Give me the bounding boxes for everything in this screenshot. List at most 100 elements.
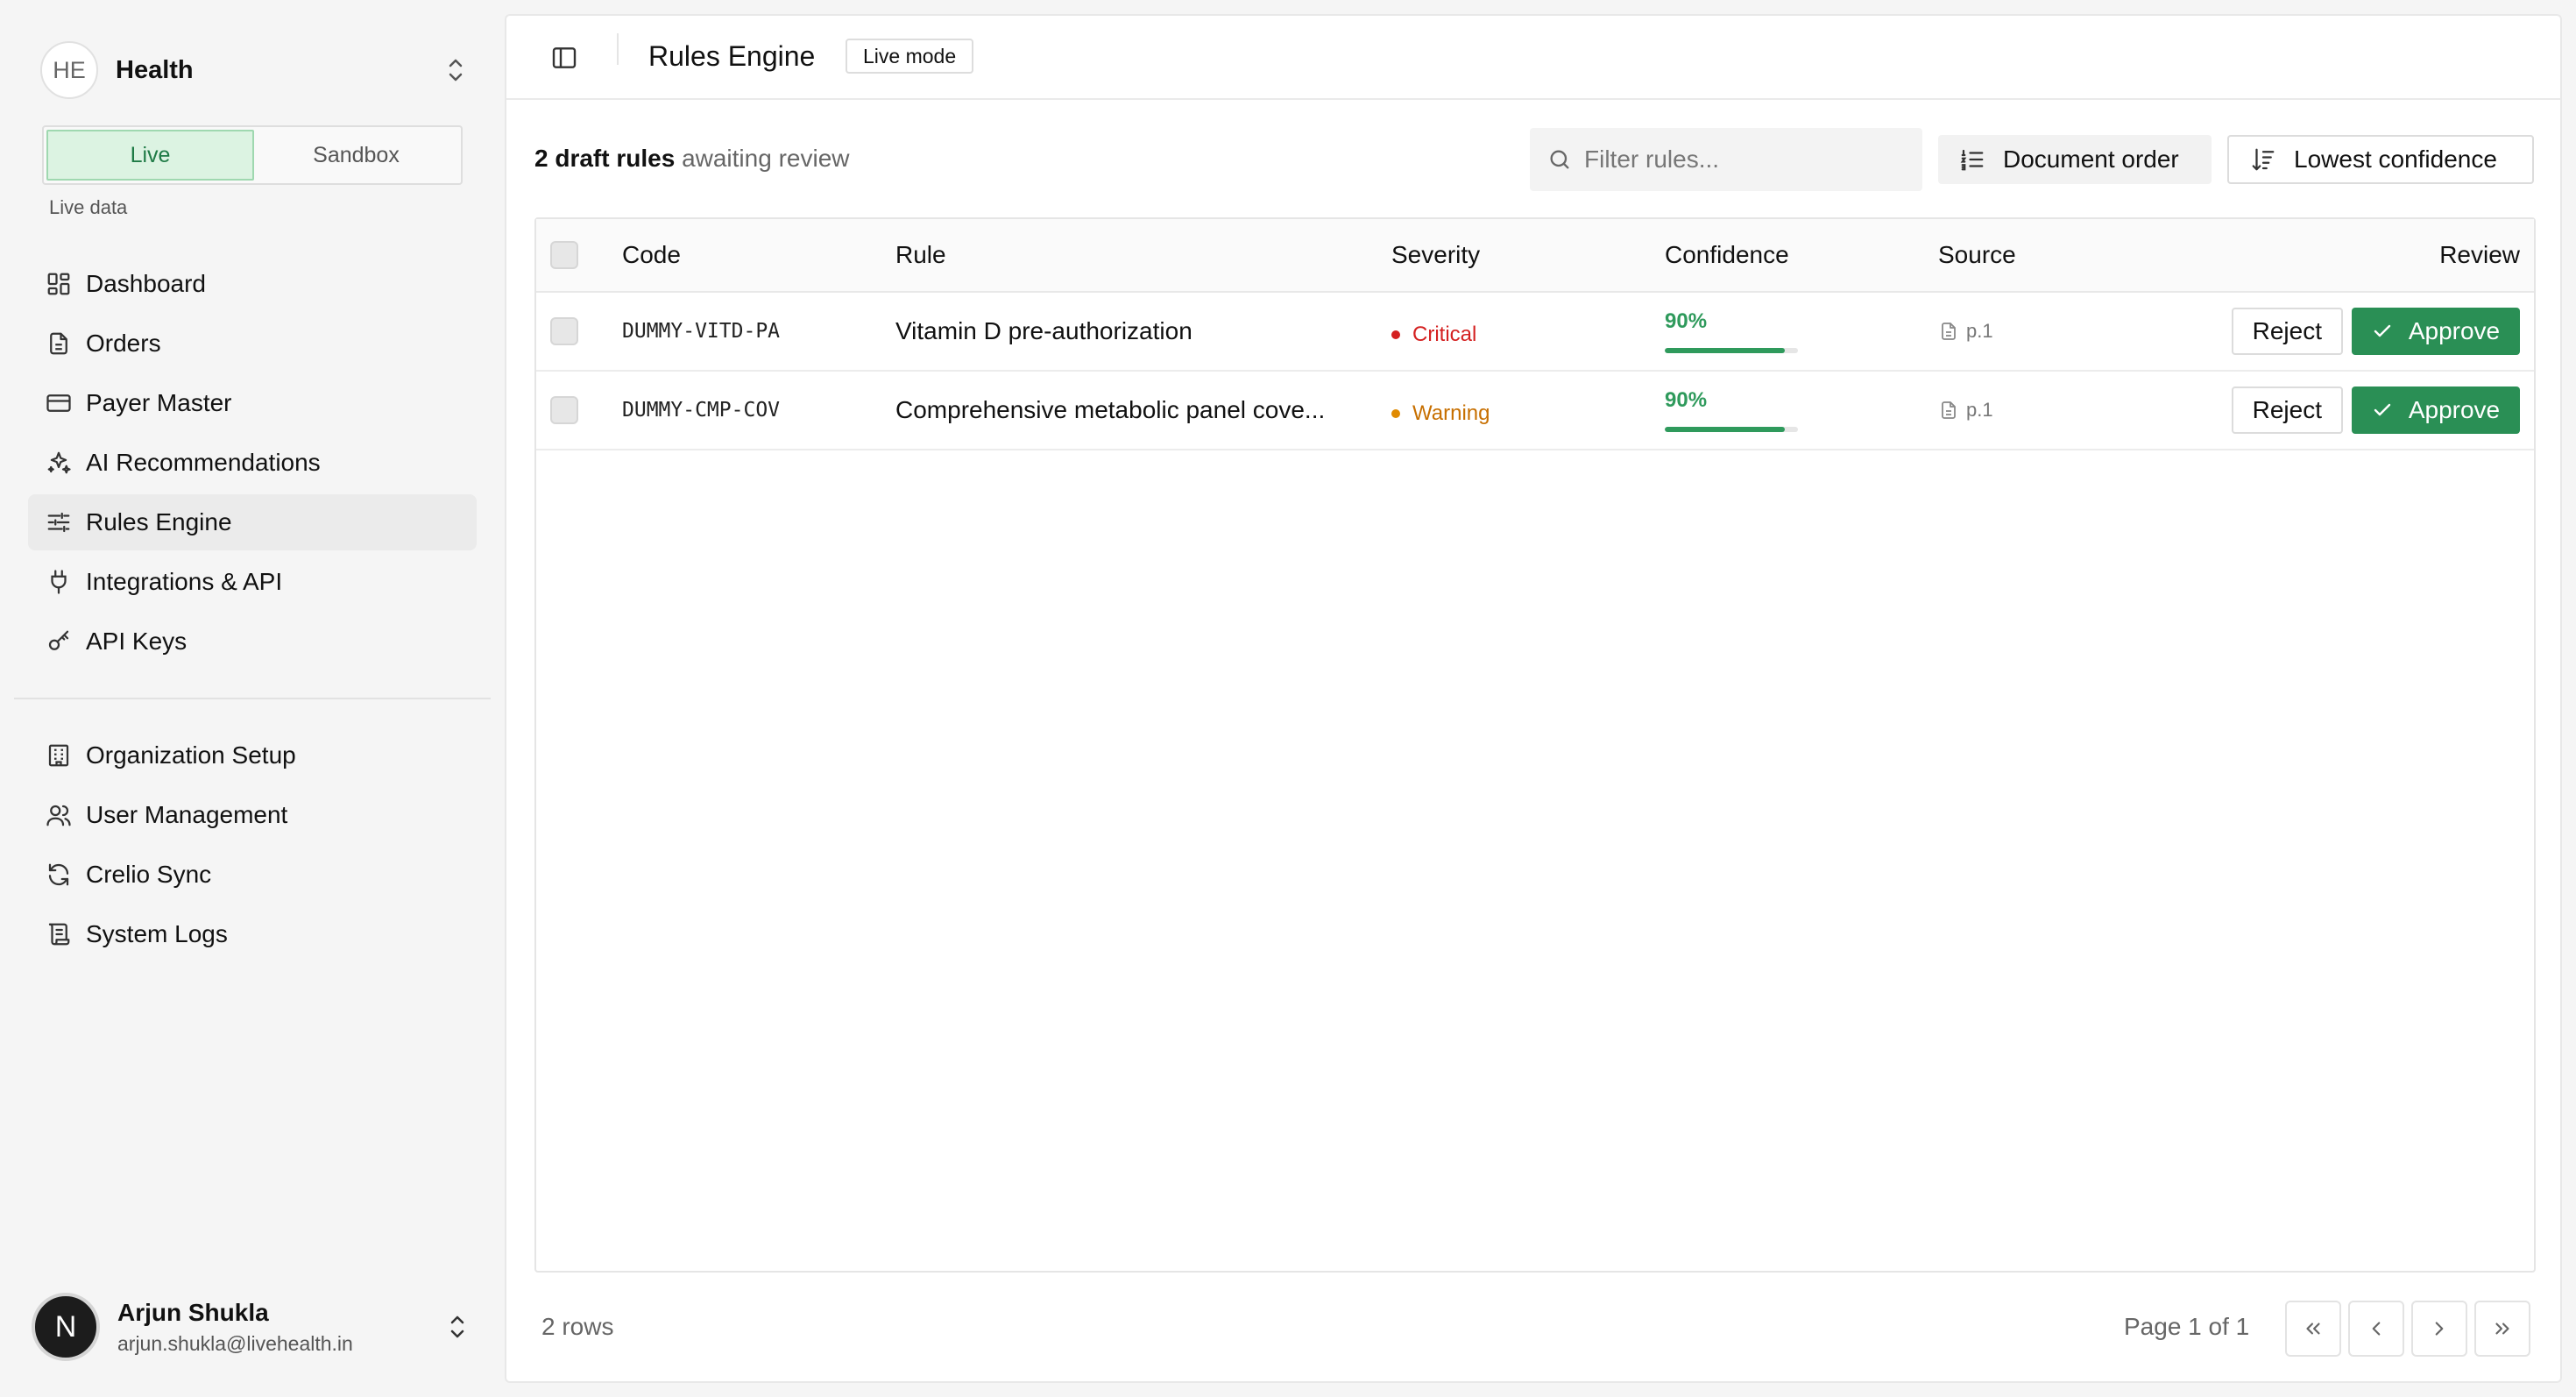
column-header-review: Review xyxy=(2439,241,2520,268)
org-switcher[interactable]: HE Health xyxy=(40,40,468,100)
mode-toggle: Live Sandbox xyxy=(42,125,463,185)
sidebar-item-organization-setup[interactable]: Organization Setup xyxy=(28,727,477,784)
card-icon xyxy=(44,388,74,418)
secondary-nav: Organization Setup User Management Creli… xyxy=(28,727,477,966)
severity-label: Critical xyxy=(1412,323,1477,346)
confidence-value: 90% xyxy=(1665,388,1708,412)
mode-caption: Live data xyxy=(49,196,128,218)
summary-text: 2 draft rules awaiting review xyxy=(534,145,849,173)
column-header-rule[interactable]: Rule xyxy=(895,219,946,291)
live-mode-button[interactable]: Live xyxy=(46,130,254,181)
user-name: Arjun Shukla xyxy=(117,1298,269,1326)
column-header-confidence[interactable]: Confidence xyxy=(1665,219,1789,291)
mode-badge: Live mode xyxy=(846,39,974,74)
page-title: Rules Engine xyxy=(648,40,816,72)
table-header: Code Rule Severity Confidence Source Rev… xyxy=(536,219,2534,293)
sidebar-item-orders[interactable]: Orders xyxy=(28,316,477,372)
sandbox-mode-button[interactable]: Sandbox xyxy=(254,130,458,181)
sidebar-item-label: AI Recommendations xyxy=(86,449,321,476)
summary-suffix: awaiting review xyxy=(682,145,850,172)
sidebar: HE Health Live Sandbox Live data Dashboa… xyxy=(0,0,503,1397)
select-all-checkbox[interactable] xyxy=(550,241,578,269)
panel-left-icon xyxy=(550,44,578,72)
scroll-icon xyxy=(44,919,74,949)
sparkles-icon xyxy=(44,448,74,478)
chevrons-left-icon xyxy=(2302,1317,2325,1340)
row-checkbox[interactable] xyxy=(550,317,578,345)
sidebar-toggle-button[interactable] xyxy=(545,39,584,77)
building-icon xyxy=(44,741,74,770)
approve-label: Approve xyxy=(2408,317,2501,344)
file-icon xyxy=(1938,321,1959,342)
document-order-button[interactable]: Document order xyxy=(1938,135,2212,184)
user-email: arjun.shukla@livehealth.in xyxy=(117,1331,353,1355)
orders-icon xyxy=(44,329,74,358)
avatar: N xyxy=(32,1293,100,1361)
sidebar-item-integrations[interactable]: Integrations & API xyxy=(28,554,477,610)
topbar: Rules Engine Live mode xyxy=(506,16,2560,100)
filter-box xyxy=(1530,128,1922,191)
topbar-divider xyxy=(617,33,619,65)
rules-table: Code Rule Severity Confidence Source Rev… xyxy=(534,217,2536,1273)
source-page: p.1 xyxy=(1966,320,1993,342)
chevron-left-icon xyxy=(2365,1317,2388,1340)
severity-badge: Critical xyxy=(1391,323,1476,347)
table-row[interactable]: DUMMY-CMP-COV Comprehensive metabolic pa… xyxy=(536,372,2534,450)
row-checkbox[interactable] xyxy=(550,396,578,424)
sidebar-item-api-keys[interactable]: API Keys xyxy=(28,613,477,670)
check-icon xyxy=(2372,321,2409,342)
rule-code: DUMMY-CMP-COV xyxy=(622,399,781,422)
lowest-confidence-button[interactable]: Lowest confidence xyxy=(2227,135,2534,184)
sidebar-item-crelio-sync[interactable]: Crelio Sync xyxy=(28,847,477,903)
page-info: Page 1 of 1 xyxy=(2124,1313,2250,1340)
confidence-meter: 90% xyxy=(1665,309,1798,353)
reject-button[interactable]: Reject xyxy=(2231,308,2343,355)
sidebar-item-label: Organization Setup xyxy=(86,741,296,769)
row-count: 2 rows xyxy=(541,1313,614,1340)
chevrons-right-icon xyxy=(2491,1317,2514,1340)
chevrons-up-down-icon xyxy=(445,1311,470,1343)
sidebar-item-label: Crelio Sync xyxy=(86,861,212,888)
key-icon xyxy=(44,627,74,656)
column-header-code[interactable]: Code xyxy=(622,219,681,291)
column-header-severity[interactable]: Severity xyxy=(1391,219,1480,291)
org-avatar: HE xyxy=(40,41,98,99)
org-name: Health xyxy=(116,55,194,84)
previous-page-button[interactable] xyxy=(2348,1301,2404,1357)
user-menu[interactable]: N Arjun Shukla arjun.shukla@livehealth.i… xyxy=(32,1292,470,1362)
sidebar-item-ai-recommendations[interactable]: AI Recommendations xyxy=(28,435,477,491)
confidence-bar-fill xyxy=(1665,427,1785,432)
file-icon xyxy=(1938,400,1959,421)
filter-input[interactable] xyxy=(1584,145,1900,174)
users-icon xyxy=(44,800,74,830)
sidebar-item-system-logs[interactable]: System Logs xyxy=(28,906,477,962)
sidebar-item-label: Dashboard xyxy=(86,270,206,297)
chevrons-up-down-icon xyxy=(443,54,468,86)
check-icon xyxy=(2372,400,2409,421)
source-link[interactable]: p.1 xyxy=(1938,399,1993,422)
sidebar-item-dashboard[interactable]: Dashboard xyxy=(28,256,477,312)
source-link[interactable]: p.1 xyxy=(1938,320,1993,343)
document-order-label: Document order xyxy=(2003,145,2179,173)
search-icon xyxy=(1547,147,1572,172)
sync-icon xyxy=(44,860,74,890)
next-page-button[interactable] xyxy=(2411,1301,2467,1357)
sidebar-item-user-management[interactable]: User Management xyxy=(28,787,477,843)
first-page-button[interactable] xyxy=(2285,1301,2341,1357)
sidebar-item-rules-engine[interactable]: Rules Engine xyxy=(28,494,477,550)
sidebar-item-label: Integrations & API xyxy=(86,568,283,595)
primary-nav: Dashboard Orders Payer Master AI Recomme… xyxy=(28,256,477,673)
confidence-bar xyxy=(1665,427,1798,432)
sort-descending-icon xyxy=(2250,146,2276,173)
sidebar-item-payer-master[interactable]: Payer Master xyxy=(28,375,477,431)
approve-button[interactable]: Approve xyxy=(2352,386,2520,434)
reject-button[interactable]: Reject xyxy=(2231,386,2343,434)
confidence-meter: 90% xyxy=(1665,388,1798,432)
chevron-right-icon xyxy=(2428,1317,2451,1340)
sidebar-item-label: Payer Master xyxy=(86,389,232,416)
column-header-source[interactable]: Source xyxy=(1938,219,2016,291)
table-row[interactable]: DUMMY-VITD-PA Vitamin D pre-authorizatio… xyxy=(536,293,2534,372)
sidebar-item-label: Orders xyxy=(86,330,161,357)
last-page-button[interactable] xyxy=(2474,1301,2530,1357)
approve-button[interactable]: Approve xyxy=(2352,308,2520,355)
